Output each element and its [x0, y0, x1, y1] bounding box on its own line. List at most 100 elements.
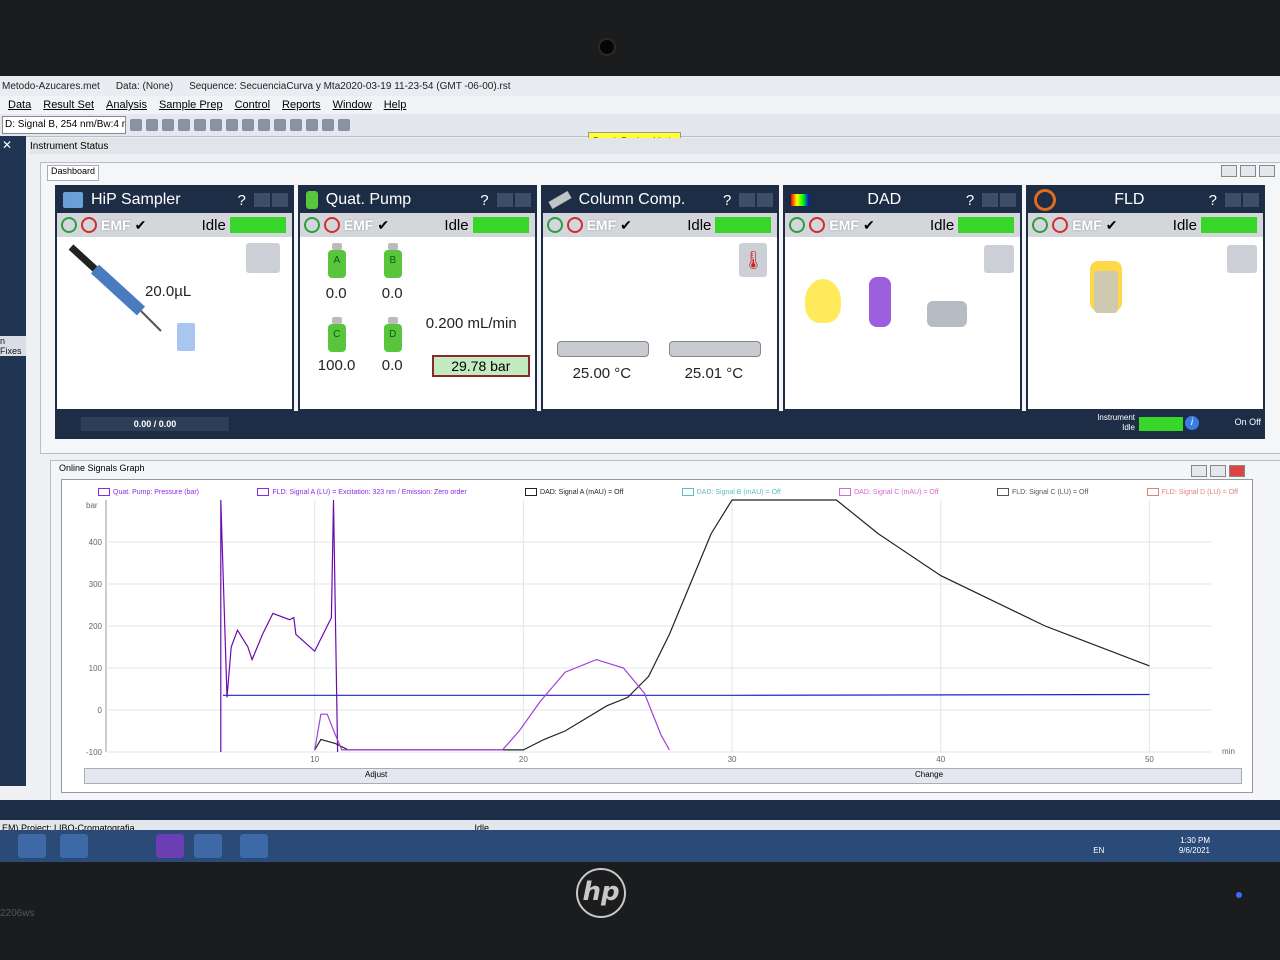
instrument-label: Instrument [1097, 413, 1135, 422]
menu-sample-prep[interactable]: Sample Prep [159, 99, 223, 111]
help-icon[interactable]: ? [966, 192, 974, 209]
cut-icon[interactable] [130, 119, 142, 131]
status-bar-green [715, 217, 772, 233]
language-indicator[interactable]: EN [1093, 846, 1104, 855]
menu-data[interactable]: Data [8, 99, 31, 111]
signal-select[interactable]: D: Signal B, 254 nm/Bw:4 nm [2, 116, 126, 134]
module-body: A B 0.0 0.0 C D 100.0 0.0 0.200 mL/min 2… [300, 237, 535, 407]
maximize-icon[interactable] [1000, 193, 1017, 207]
clock-time[interactable]: 1:30 PM [1179, 836, 1210, 846]
graph-icon[interactable] [258, 119, 270, 131]
zoom-icon[interactable] [274, 119, 286, 131]
help-icon[interactable] [338, 119, 350, 131]
close-icon[interactable] [1259, 165, 1275, 177]
minimize-icon[interactable] [739, 193, 756, 207]
change-label[interactable]: Change [915, 770, 943, 779]
help-icon[interactable]: ? [480, 192, 488, 209]
module-body [785, 237, 1020, 407]
dashboard-tab[interactable]: Dashboard [47, 165, 100, 181]
signal-plot-icon[interactable] [1226, 245, 1257, 273]
module-dad[interactable]: DAD ? EMF ✔ Idle [783, 185, 1023, 411]
file-explorer-icon[interactable] [18, 834, 46, 858]
menu-help[interactable]: Help [384, 99, 407, 111]
calibrate-icon[interactable] [226, 119, 238, 131]
minimize-icon[interactable] [1224, 193, 1241, 207]
minimize-icon[interactable] [1221, 165, 1237, 177]
module-fld[interactable]: FLD ? EMF ✔ Idle [1026, 185, 1265, 411]
on-icon[interactable] [546, 217, 563, 233]
off-icon[interactable] [809, 217, 826, 233]
left-panel: ✕ [0, 136, 26, 786]
menu-result-set[interactable]: Result Set [43, 99, 94, 111]
check-icon: ✔ [134, 216, 147, 233]
module-column[interactable]: Column Comp. ? EMF ✔ Idle 🌡 25.00 °C 25.… [540, 185, 780, 411]
off-icon[interactable] [566, 217, 583, 233]
clock-date[interactable]: 9/6/2021 [1179, 846, 1210, 856]
menu-window[interactable]: Window [333, 99, 372, 111]
paste-icon[interactable] [162, 119, 174, 131]
off-icon[interactable] [323, 217, 340, 233]
minimize-icon[interactable] [982, 193, 999, 207]
module-pump[interactable]: Quat. Pump ? EMF ✔ Idle A B 0.0 0.0 C D … [297, 185, 537, 411]
on-icon[interactable] [61, 217, 77, 233]
visible-lamp-icon [805, 279, 842, 323]
help-icon[interactable]: ? [723, 192, 731, 209]
close-icon[interactable] [1229, 465, 1245, 477]
help-icon[interactable]: ? [1209, 192, 1217, 209]
signal-plot[interactable]: Quat. Pump: Pressure (bar) FLD: Signal A… [61, 479, 1253, 793]
minimize-icon[interactable] [1191, 465, 1207, 477]
help-icon[interactable]: ? [237, 192, 245, 209]
maximize-icon[interactable] [1210, 465, 1226, 477]
minimize-icon[interactable] [496, 193, 513, 207]
minimize-icon[interactable] [253, 193, 270, 207]
maximize-icon[interactable] [514, 193, 531, 207]
method-icon[interactable] [194, 119, 206, 131]
module-sampler[interactable]: HiP Sampler ? EMF ✔ Idle 20.0µL [55, 185, 294, 411]
maximize-icon[interactable] [757, 193, 774, 207]
horizontal-scrollbar[interactable]: Adjust Change [84, 768, 1242, 784]
off-icon[interactable] [81, 217, 97, 233]
solvent-bottle-c: C [327, 317, 346, 353]
menu-analysis[interactable]: Analysis [106, 99, 147, 111]
settings-icon[interactable] [322, 119, 334, 131]
menu-control[interactable]: Control [235, 99, 270, 111]
off-icon[interactable] [1052, 217, 1069, 233]
dashboard-window-buttons [1221, 165, 1275, 177]
maximize-icon[interactable] [1242, 193, 1259, 207]
signal-toolbar [0, 800, 1280, 820]
x-tick-label: 30 [728, 755, 737, 764]
off-button[interactable]: Off [1249, 417, 1261, 427]
webcam [598, 38, 616, 56]
maximize-icon[interactable] [1240, 165, 1256, 177]
signal-plot-icon[interactable] [984, 245, 1015, 273]
emf-label: EMF [101, 217, 131, 233]
media-player-icon[interactable] [60, 834, 88, 858]
on-icon[interactable] [789, 217, 806, 233]
y-tick-label: 300 [89, 580, 103, 589]
on-icon[interactable] [303, 217, 320, 233]
tray-icon[interactable] [245, 243, 280, 273]
close-icon[interactable]: ✕ [0, 136, 26, 154]
dashboard-footer: 0.00 / 0.00 Instrument Idle i On Off [55, 411, 1265, 439]
copy-icon[interactable] [146, 119, 158, 131]
run-icon[interactable] [290, 119, 302, 131]
thermometer-icon[interactable]: 🌡 [739, 243, 768, 277]
app-window-icon[interactable] [194, 834, 222, 858]
menu-reports[interactable]: Reports [282, 99, 321, 111]
report-icon[interactable] [242, 119, 254, 131]
openlab-icon[interactable] [156, 834, 184, 858]
series-line [314, 658, 670, 751]
on-icon[interactable] [1032, 217, 1049, 233]
column-left-icon [556, 341, 649, 357]
adjust-label[interactable]: Adjust [365, 770, 387, 779]
integrate-icon[interactable] [210, 119, 222, 131]
menu-bar: Data Result Set Analysis Sample Prep Con… [0, 96, 1280, 114]
stop-icon[interactable] [306, 119, 318, 131]
on-button[interactable]: On [1235, 417, 1247, 427]
flow-cell-icon [927, 301, 968, 327]
paint-icon[interactable] [240, 834, 268, 858]
bottle-c-value: 100.0 [317, 357, 356, 374]
instrument-icon[interactable] [178, 119, 190, 131]
maximize-icon[interactable] [271, 193, 288, 207]
info-icon[interactable]: i [1185, 416, 1199, 430]
